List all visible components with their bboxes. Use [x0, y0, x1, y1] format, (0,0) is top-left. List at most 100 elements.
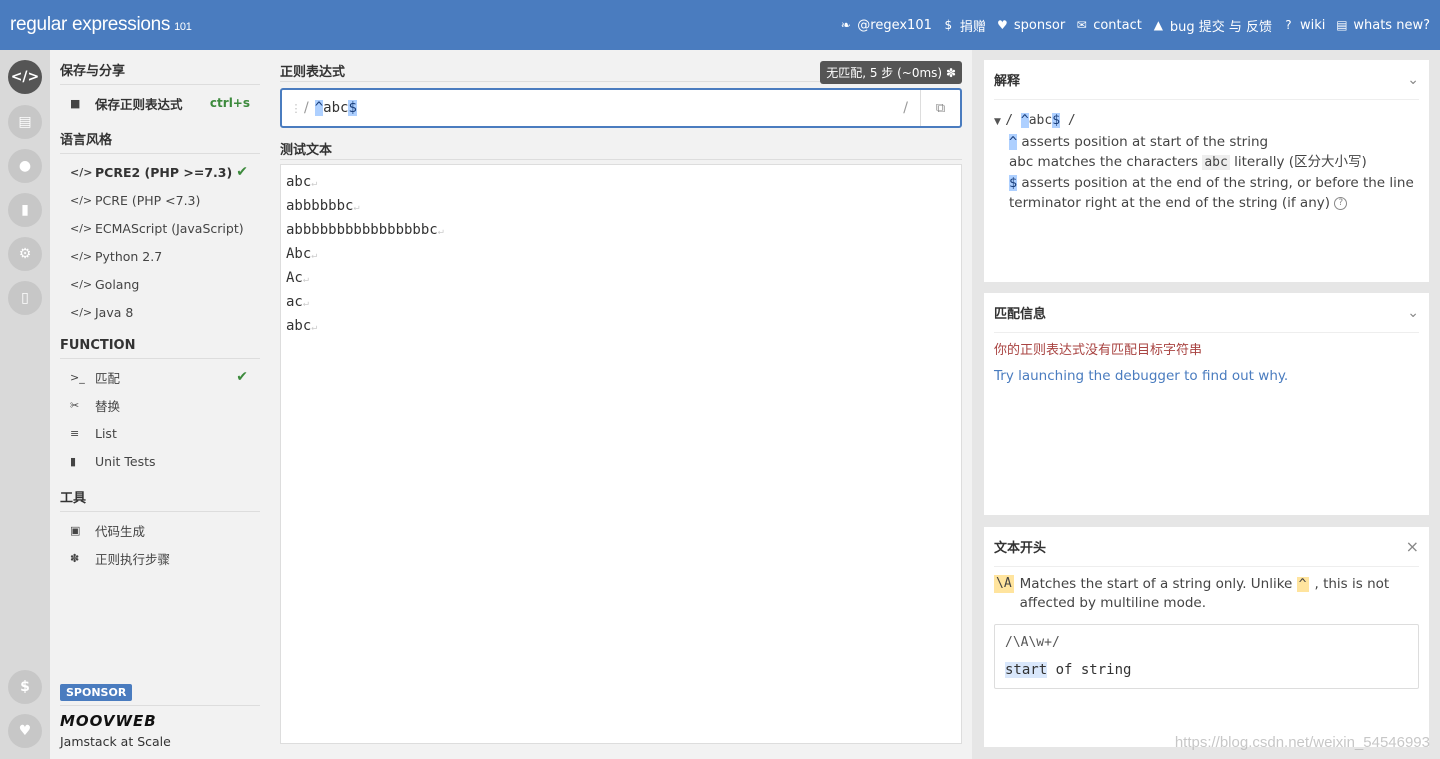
caret-down-icon[interactable]: ▼: [994, 117, 1001, 127]
help-icon[interactable]: ?: [1334, 196, 1348, 210]
flavor-option[interactable]: </> ECMAScript (JavaScript): [60, 214, 260, 242]
test-string-input[interactable]: abc↵ abbbbbbc↵ abbbbbbbbbbbbbbbbc↵ Abc↵ Ac↵ a…: [280, 164, 962, 744]
function-option[interactable]: ✂ 替换: [60, 391, 260, 419]
function-option[interactable]: >_ 匹配 ✔: [60, 363, 260, 391]
match-info-header[interactable]: 匹配信息 ⌄: [994, 293, 1419, 333]
regex-label: 正则表达式: [280, 65, 346, 80]
gear-icon[interactable]: ⚙: [8, 237, 42, 271]
quiz-icon[interactable]: ▮: [8, 193, 42, 227]
quick-reference-description: \A Matches the start of a string only. U…: [994, 575, 1390, 611]
user-icon[interactable]: ●: [8, 149, 42, 183]
flavor-option-label: PCRE (PHP <7.3): [95, 192, 201, 208]
quick-reference-header: 文本开头 ×: [994, 527, 1419, 567]
save-section-title: 保存与分享: [60, 50, 260, 85]
nav-item[interactable]: ▲ bug 提交 与 反馈: [1152, 16, 1272, 35]
newline-icon: ↵: [302, 274, 309, 285]
function-option[interactable]: ≡ List: [60, 419, 260, 447]
explanation-panel: 解释 ⌄ ▼ / ^abc$ / ^ asserts position at s…: [984, 60, 1429, 282]
code-icon: </>: [70, 249, 93, 263]
bug-icon: ✽: [70, 551, 80, 565]
token-badge: \A: [994, 575, 1014, 593]
logo[interactable]: regular expressions 101: [10, 14, 192, 36]
chat-icon[interactable]: ▯: [8, 281, 42, 315]
regex-input-box[interactable]: ⋮ / ^abc$ / ⧉: [280, 88, 962, 128]
quick-reference-panel: 文本开头 × \A Matches the start of a string …: [984, 527, 1429, 747]
function-option[interactable]: ▮ Unit Tests: [60, 447, 260, 475]
document-icon: ▤: [1336, 18, 1348, 32]
flavor-option[interactable]: </> PCRE (PHP <7.3): [60, 186, 260, 214]
save-regex-label: 保存正则表达式: [95, 96, 183, 112]
newline-icon: ↵: [353, 202, 360, 213]
flavor-option-label: ECMAScript (JavaScript): [95, 220, 244, 236]
function-option-label: Unit Tests: [95, 453, 156, 469]
chevron-down-icon[interactable]: ⌄: [1407, 305, 1419, 321]
library-icon[interactable]: ▤: [8, 105, 42, 139]
dollar-icon: $: [944, 18, 953, 32]
flavor-option[interactable]: </> Python 2.7: [60, 242, 260, 270]
nav-item[interactable]: ? wiki: [1282, 18, 1325, 33]
logo-text: regular expressions: [10, 14, 171, 35]
heart-icon[interactable]: ♥: [8, 714, 42, 748]
test-line: abbbbbbc↵: [286, 198, 360, 214]
no-match-message: 你的正则表达式没有匹配目标字符串: [994, 343, 1203, 358]
nav-item[interactable]: $ 捐赠: [942, 16, 986, 35]
tools-section-title: 工具: [60, 477, 260, 512]
settings-sidebar: 保存与分享 ■ 保存正则表达式 ctrl+s 语言风格 </> PCRE2 (PH…: [50, 50, 270, 759]
save-regex-button[interactable]: ■ 保存正则表达式 ctrl+s: [60, 89, 260, 117]
tool-option[interactable]: ▣ 代码生成: [60, 516, 260, 544]
tool-option-label: 代码生成: [95, 523, 146, 539]
function-option-label: List: [95, 425, 117, 441]
regex-input[interactable]: ^abc$: [314, 100, 357, 116]
nav-item-label: sponsor: [1013, 17, 1066, 33]
explanation-item: abc matches the characters abc literally…: [1009, 154, 1367, 170]
close-icon[interactable]: ×: [1406, 537, 1419, 556]
test-line: ac↵: [286, 294, 309, 310]
sponsor-badge: SPONSOR: [60, 684, 133, 701]
editor-icon[interactable]: </>: [8, 60, 42, 94]
heart-icon: ♥: [997, 18, 1008, 32]
wiki-icon: ?: [1285, 18, 1292, 32]
nav-item-label: whats new?: [1353, 17, 1430, 33]
main-editor: 正则表达式 无匹配, 5 步 (~0ms) ✽ ⋮ / ^abc$ / ⧉ 测试…: [270, 50, 972, 759]
newline-icon: ↵: [437, 226, 444, 237]
scissors-icon: ✂: [70, 398, 80, 412]
sponsor-tagline: Jamstack at Scale: [60, 734, 171, 749]
function-option-label: 匹配: [95, 370, 121, 386]
flavor-list: </> PCRE2 (PHP >=7.3) ✔ </> PCRE (PHP <7.3) <…: [60, 158, 260, 326]
nav-item[interactable]: ✉ contact: [1075, 18, 1142, 33]
copy-icon[interactable]: ⧉: [920, 90, 960, 126]
flavor-option[interactable]: </> Java 8: [60, 298, 260, 326]
drag-handle-icon[interactable]: ⋮: [290, 102, 302, 115]
test-line: Abc↵: [286, 246, 318, 262]
nav-item[interactable]: ❧ @regex101: [839, 18, 932, 33]
flavor-option-label: Python 2.7: [95, 248, 163, 264]
explanation-tree-root[interactable]: ▼ / ^abc$ /: [994, 110, 1419, 132]
regex-section: 正则表达式 无匹配, 5 步 (~0ms) ✽: [280, 50, 962, 84]
code-icon: </>: [70, 305, 93, 319]
chevron-down-icon[interactable]: ⌄: [1407, 72, 1419, 88]
icon-rail: </> ▤ ● ▮ ⚙ ▯ $ ♥: [0, 50, 50, 759]
test-line: abbbbbbbbbbbbbbbbc↵: [286, 222, 444, 238]
flavor-option-label: PCRE2 (PHP >=7.3): [95, 164, 233, 180]
quick-reference-example: /\A\w+/ start of string: [994, 624, 1419, 689]
top-header: regular expressions 101 ❧ @regex101 $ 捐赠 ♥ sp…: [0, 0, 1440, 50]
top-nav: ❧ @regex101 $ 捐赠 ♥ sponsor ✉ contact ▲ bug 提交 与 反…: [839, 16, 1430, 35]
debugger-link[interactable]: Try launching the debugger to find out w…: [994, 368, 1419, 384]
function-option-label: 替换: [95, 398, 121, 414]
sponsor-block[interactable]: SPONSOR MOOVWEB Jamstack at Scale: [60, 684, 260, 749]
flavor-option[interactable]: </> Golang: [60, 270, 260, 298]
nav-item[interactable]: ▤ whats new?: [1335, 18, 1430, 33]
newline-icon: ↵: [311, 250, 318, 261]
tool-option[interactable]: ✽ 正则执行步骤: [60, 544, 260, 572]
flavor-option[interactable]: </> PCRE2 (PHP >=7.3) ✔: [60, 158, 260, 186]
nav-item-label: contact: [1093, 17, 1142, 33]
nav-item[interactable]: ♥ sponsor: [996, 18, 1065, 33]
match-info-title: 匹配信息: [994, 307, 1047, 322]
tool-option-label: 正则执行步骤: [95, 551, 171, 567]
match-status-badge[interactable]: 无匹配, 5 步 (~0ms) ✽: [820, 61, 962, 84]
watermark: https://blog.csdn.net/weixin_54546993: [1174, 734, 1430, 751]
function-list: >_ 匹配 ✔ ✂ 替换 ≡ List ▮ Unit Tests: [60, 363, 260, 475]
donate-icon[interactable]: $: [8, 670, 42, 704]
explanation-item: ^ asserts position at start of the strin…: [1009, 134, 1269, 150]
explanation-header[interactable]: 解释 ⌄: [994, 60, 1419, 100]
